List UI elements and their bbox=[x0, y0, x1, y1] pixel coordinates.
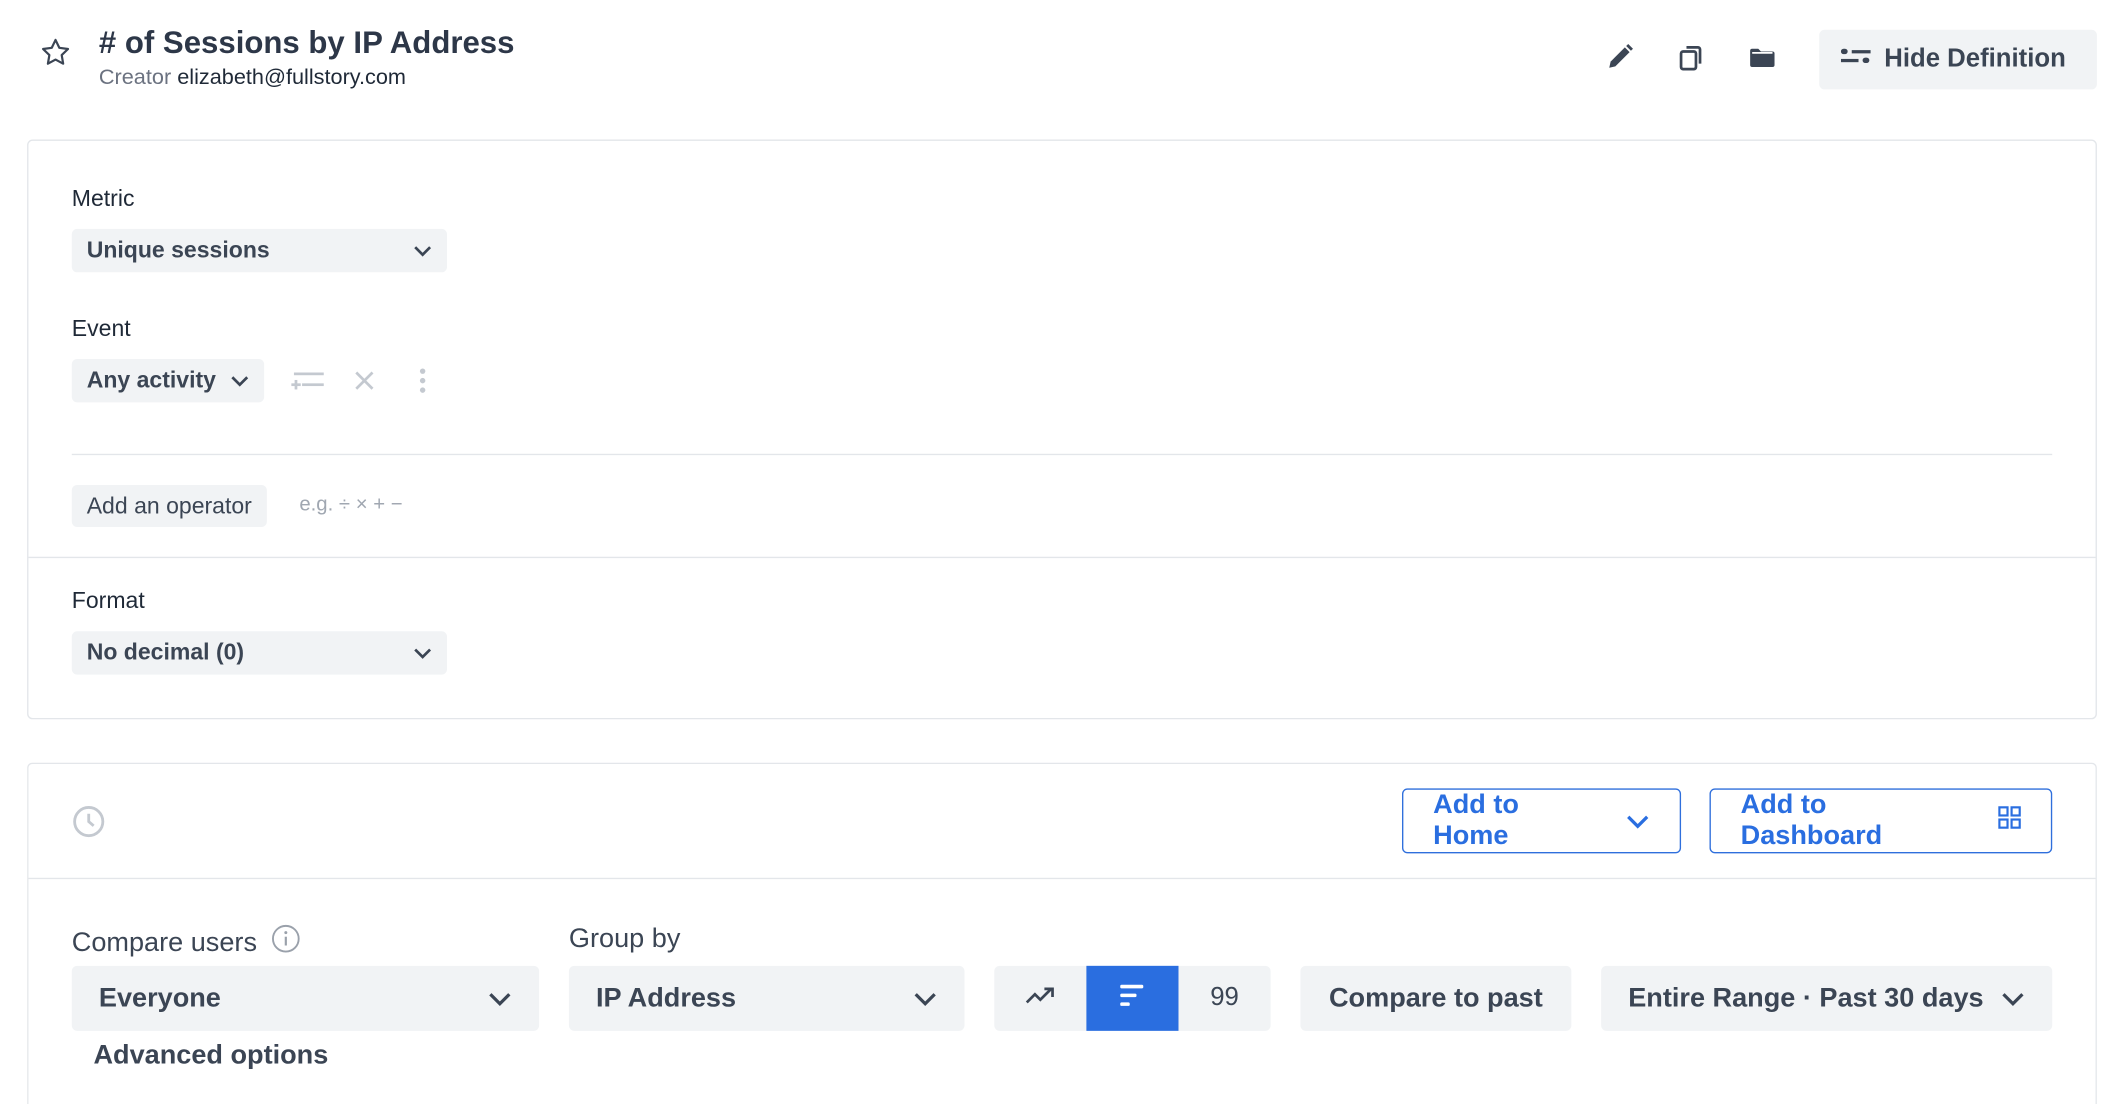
add-operator-button[interactable]: Add an operator bbox=[71, 484, 267, 527]
event-select-value: Any activity bbox=[86, 367, 216, 393]
metric-label: Metric bbox=[71, 185, 135, 212]
line-chart-view-button[interactable] bbox=[994, 965, 1087, 1031]
creator-label: Creator bbox=[98, 66, 172, 90]
history-button[interactable] bbox=[72, 805, 106, 846]
chevron-down-icon bbox=[413, 639, 432, 666]
clock-icon bbox=[72, 806, 106, 844]
format-select-value: No decimal (0) bbox=[86, 639, 245, 666]
chevron-down-icon bbox=[1626, 805, 1650, 836]
operator-hint: e.g. ÷ × + − bbox=[299, 493, 403, 517]
add-to-home-label: Add to Home bbox=[1433, 789, 1519, 851]
chevron-down-icon bbox=[413, 237, 432, 264]
divider bbox=[28, 877, 2096, 880]
event-more-button[interactable] bbox=[417, 367, 428, 401]
compare-to-past-button[interactable]: Compare to past bbox=[1300, 965, 1572, 1031]
star-icon[interactable] bbox=[38, 35, 73, 70]
advanced-options-link[interactable]: Advanced options bbox=[93, 1040, 328, 1071]
compare-users-select[interactable]: Everyone bbox=[71, 965, 540, 1031]
duplicate-button[interactable] bbox=[1672, 41, 1710, 79]
creator-line: Creator elizabeth@fullstory.com bbox=[99, 66, 406, 90]
add-operator-label: Add an operator bbox=[86, 492, 252, 519]
move-to-folder-button[interactable] bbox=[1743, 41, 1781, 79]
metric-select[interactable]: Unique sessions bbox=[71, 228, 448, 273]
chevron-down-icon bbox=[230, 367, 249, 394]
metric-select-value: Unique sessions bbox=[86, 237, 270, 263]
edit-button[interactable] bbox=[1601, 41, 1639, 79]
pencil-icon bbox=[1604, 40, 1637, 79]
trend-icon bbox=[1025, 985, 1055, 1011]
compare-users-heading: Compare users bbox=[72, 924, 301, 962]
chevron-down-icon bbox=[2001, 983, 2025, 1014]
more-vertical-icon bbox=[417, 368, 428, 400]
bar-sort-icon bbox=[1119, 983, 1146, 1014]
sliders-icon bbox=[1840, 45, 1871, 75]
result-limit-value: 99 bbox=[1210, 983, 1239, 1012]
page: # of Sessions by IP Address Creator eliz… bbox=[0, 0, 2124, 1104]
close-icon bbox=[354, 371, 376, 397]
format-select[interactable]: No decimal (0) bbox=[71, 631, 448, 675]
compare-users-value: Everyone bbox=[98, 982, 221, 1013]
group-by-label: Group by bbox=[568, 923, 681, 954]
copy-icon bbox=[1674, 40, 1707, 79]
add-to-dashboard-button[interactable]: Add to Dashboard bbox=[1709, 788, 2053, 854]
folder-icon bbox=[1746, 40, 1779, 79]
filter-add-icon bbox=[291, 372, 326, 398]
hide-definition-label: Hide Definition bbox=[1884, 44, 2066, 74]
group-by-select[interactable]: IP Address bbox=[568, 965, 965, 1031]
divider bbox=[71, 453, 2053, 456]
event-select[interactable]: Any activity bbox=[71, 358, 265, 403]
bar-chart-view-button[interactable] bbox=[1086, 965, 1179, 1031]
result-limit-field[interactable]: 99 bbox=[1178, 965, 1271, 1031]
compare-to-past-label: Compare to past bbox=[1328, 982, 1543, 1013]
date-range-select[interactable]: Entire Range · Past 30 days bbox=[1601, 965, 2053, 1031]
remove-event-button[interactable] bbox=[354, 370, 376, 398]
chevron-down-icon bbox=[913, 983, 937, 1014]
group-by-value: IP Address bbox=[596, 982, 737, 1013]
hide-definition-button[interactable]: Hide Definition bbox=[1819, 29, 2097, 90]
event-label: Event bbox=[71, 315, 131, 342]
creator-email: elizabeth@fullstory.com bbox=[177, 66, 406, 90]
add-filter-button[interactable] bbox=[291, 368, 326, 399]
info-icon[interactable] bbox=[271, 924, 301, 962]
grid-icon bbox=[1998, 805, 2021, 836]
format-label: Format bbox=[71, 587, 145, 614]
chevron-down-icon bbox=[488, 983, 512, 1014]
divider bbox=[28, 556, 2096, 559]
compare-users-label: Compare users bbox=[71, 927, 257, 958]
add-to-home-button[interactable]: Add to Home bbox=[1402, 788, 1682, 854]
date-range-value: Entire Range · Past 30 days bbox=[1628, 982, 1984, 1013]
add-to-dashboard-label: Add to Dashboard bbox=[1740, 789, 1883, 851]
page-title: # of Sessions by IP Address bbox=[98, 24, 515, 60]
